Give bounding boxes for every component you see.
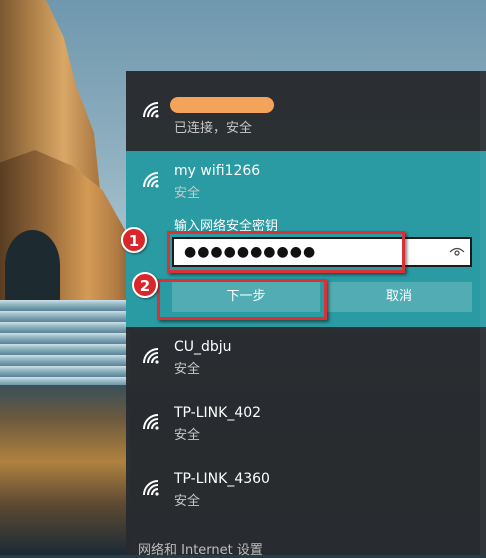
step-badge-2: 2 — [132, 272, 158, 298]
eye-icon[interactable] — [449, 246, 465, 258]
network-item[interactable]: TP-LINK_402 安全 — [126, 393, 486, 459]
network-settings-link[interactable]: 网络和 Internet 设置 — [138, 539, 263, 558]
network-status: 已连接，安全 — [174, 121, 253, 136]
network-name: TP-LINK_402 — [174, 405, 262, 421]
annotation-box-password — [167, 231, 405, 273]
network-item-connected[interactable]: 已连接，安全 — [126, 71, 486, 151]
network-item[interactable]: TP-LINK_4360 安全 — [126, 459, 486, 525]
cancel-button[interactable]: 取消 — [326, 282, 472, 312]
network-name: my wifi1266 — [174, 163, 261, 179]
network-status: 安全 — [174, 428, 201, 443]
wifi-icon — [143, 348, 159, 364]
network-status: 安全 — [174, 362, 201, 377]
step-badge-1: 1 — [121, 227, 147, 253]
wifi-icon — [143, 102, 161, 118]
annotation-box-next — [157, 279, 327, 320]
wifi-icon — [143, 172, 159, 188]
wifi-icon — [143, 414, 159, 430]
redacted-network-name — [170, 97, 274, 113]
wifi-icon — [143, 480, 159, 496]
network-name: TP-LINK_4360 — [174, 471, 270, 487]
network-name: CU_dbju — [174, 339, 232, 355]
network-status: 安全 — [174, 186, 201, 201]
network-item[interactable]: CU_dbju 安全 — [126, 327, 486, 393]
scrollbar[interactable] — [480, 71, 486, 555]
network-status: 安全 — [174, 494, 201, 509]
